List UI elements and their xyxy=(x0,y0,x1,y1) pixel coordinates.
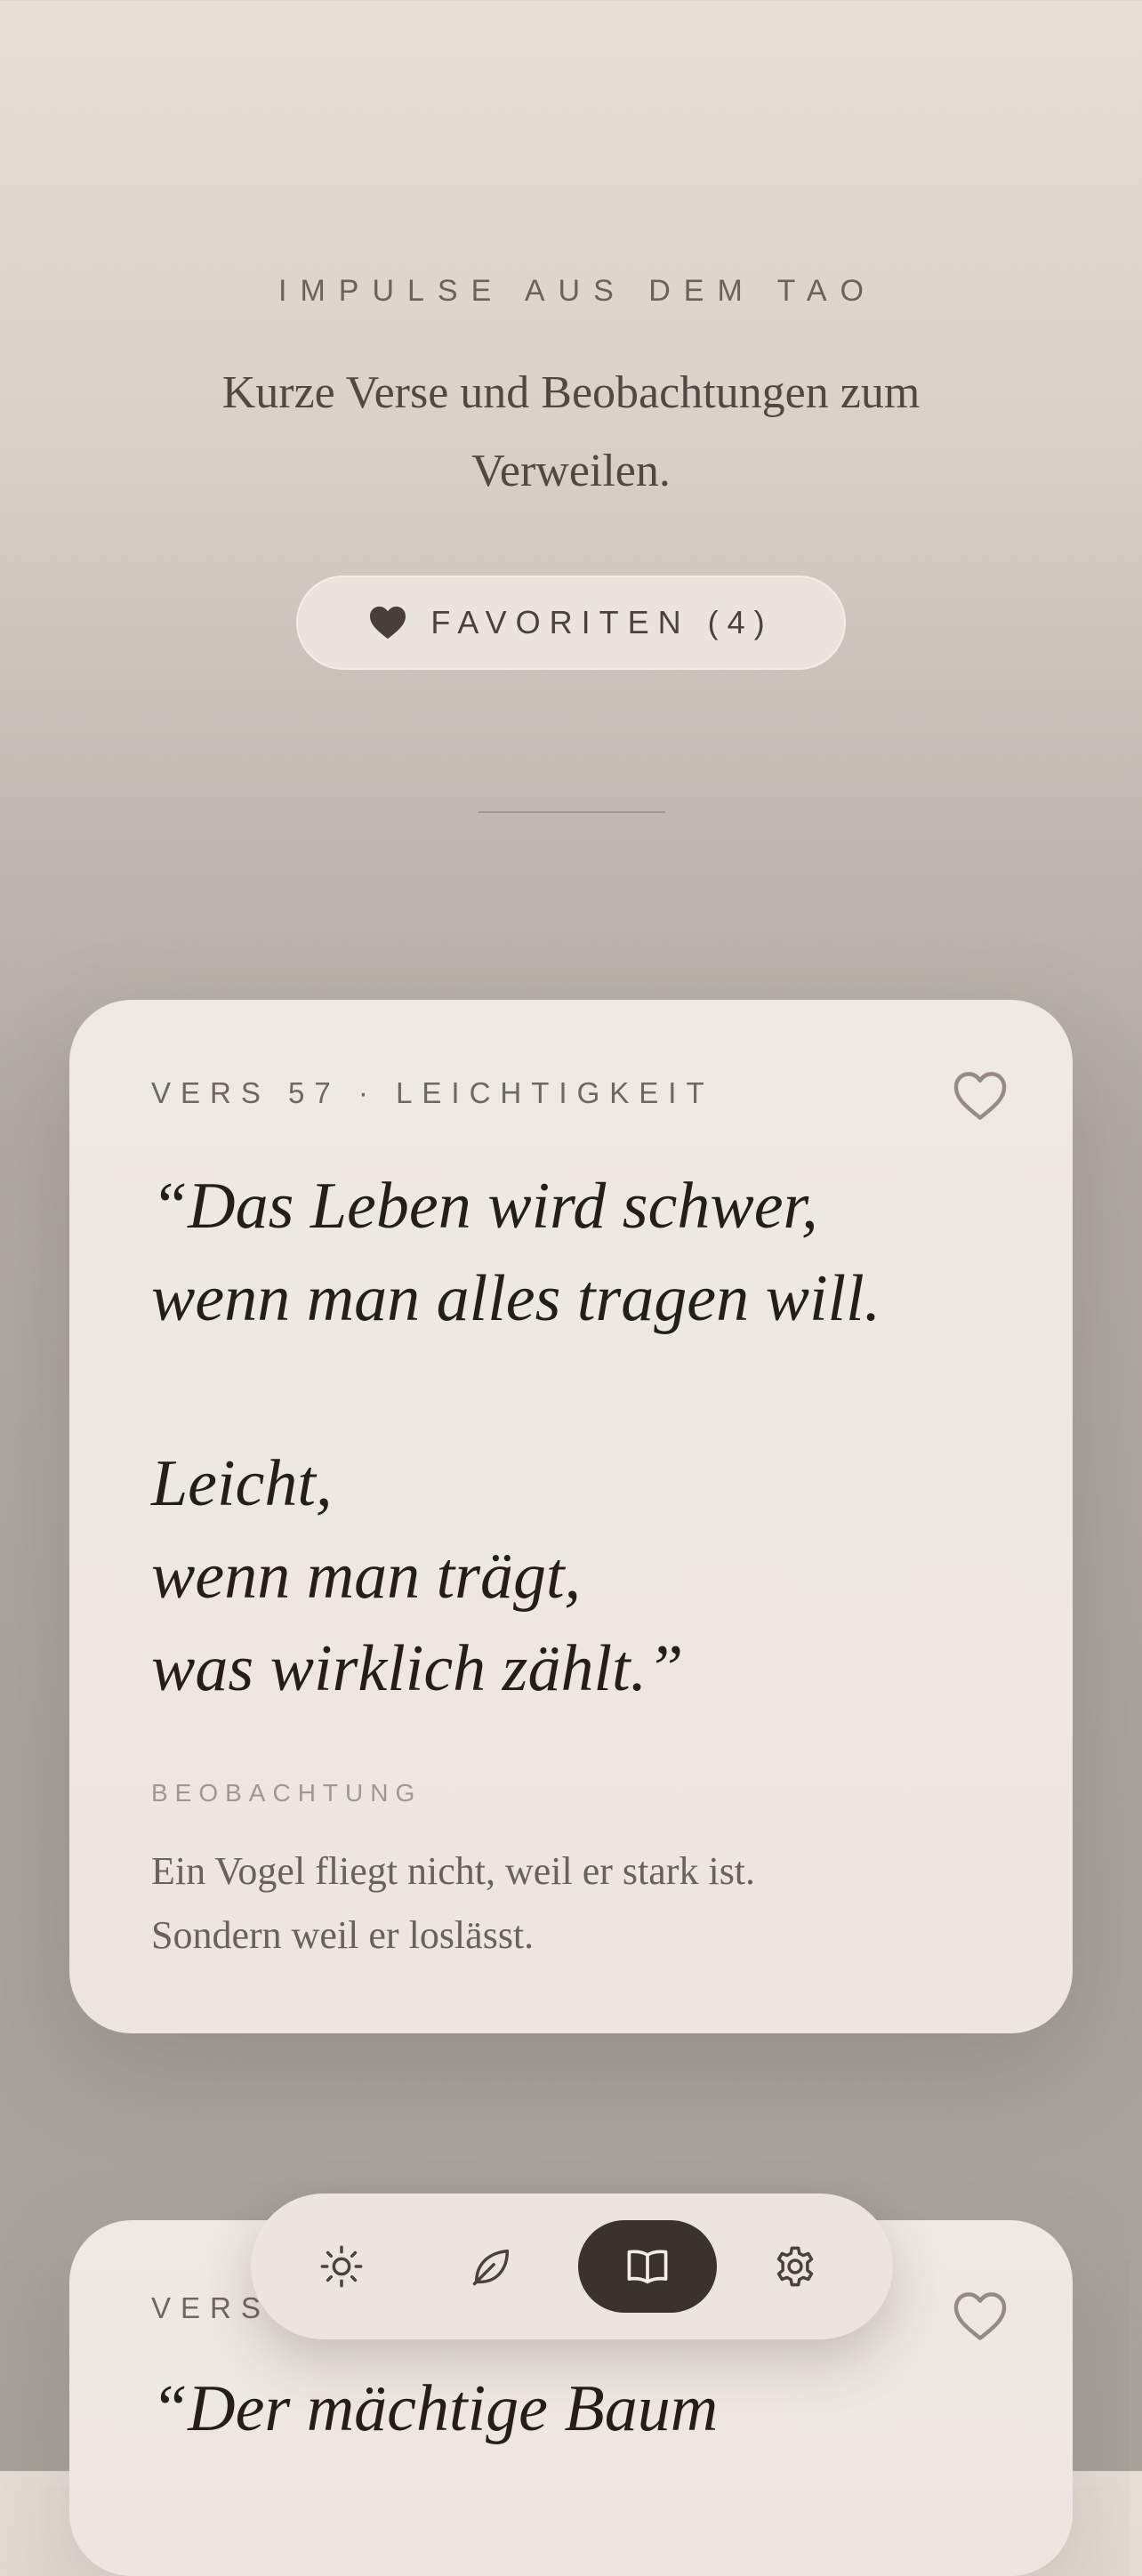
heart-outline-icon[interactable] xyxy=(952,1069,1009,1123)
verse-meta: VERS 57 · LEICHTIGKEIT xyxy=(151,1076,714,1109)
heart-filled-icon xyxy=(370,606,406,640)
sun-icon xyxy=(320,2245,363,2288)
header-subtitle: Kurze Verse und Beobachtungen zum Verwei… xyxy=(221,367,921,496)
book-icon xyxy=(627,2250,668,2284)
favorites-button[interactable]: FAVORITEN (4) xyxy=(296,576,846,670)
verse-meta: VERS xyxy=(151,2291,270,2324)
gear-icon xyxy=(776,2246,814,2287)
section-divider xyxy=(479,811,665,813)
header-eyebrow: IMPULSE AUS DEM TAO xyxy=(278,274,877,308)
nav-item-leaf[interactable] xyxy=(422,2220,561,2313)
observation-label: BEOBACHTUNG xyxy=(151,1779,422,1807)
verse-quote: “Der mächtige Baum xyxy=(151,2372,719,2445)
verse-card: VERS 57 · LEICHTIGKEIT “Das Leben wird s… xyxy=(69,1000,1073,2033)
nav-item-sun[interactable] xyxy=(272,2220,411,2313)
nav-item-book[interactable] xyxy=(578,2220,717,2313)
observation-text: Ein Vogel fliegt nicht, weil er stark is… xyxy=(151,1849,756,1957)
verse-quote: “Das Leben wird schwer, wenn man alles t… xyxy=(151,1170,881,1705)
leaf-icon xyxy=(472,2249,510,2286)
bottom-nav xyxy=(251,2194,893,2339)
favorites-label: FAVORITEN (4) xyxy=(430,604,774,640)
heart-outline-icon[interactable] xyxy=(952,2290,1009,2343)
nav-item-settings[interactable] xyxy=(726,2220,865,2313)
